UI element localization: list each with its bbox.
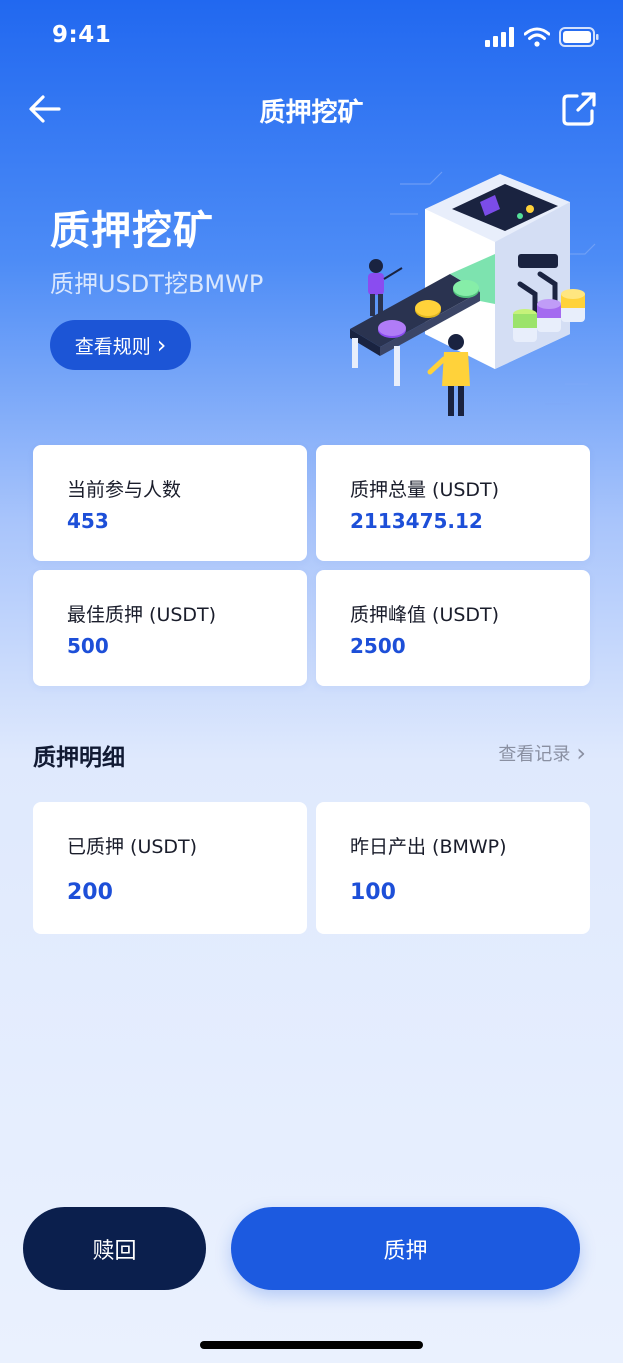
signal-icon — [485, 27, 514, 47]
detail-card-staked: 已质押 (USDT) 200 — [33, 802, 307, 934]
redeem-button[interactable]: 赎回 — [23, 1207, 206, 1290]
stat-card-total-staked: 质押总量 (USDT) 2113475.12 — [316, 445, 590, 561]
nav-bar: 质押挖矿 — [0, 76, 623, 142]
view-rules-label: 查看规则 — [74, 335, 151, 358]
hero-subtitle: 质押USDT挖BMWP — [50, 270, 264, 298]
stat-card-participants: 当前参与人数 453 — [33, 445, 307, 561]
status-bar: 9:41 — [0, 0, 623, 76]
home-indicator — [200, 1341, 423, 1349]
stake-detail-grid: 已质押 (USDT) 200 昨日产出 (BMWP) 100 — [33, 802, 590, 934]
chevron-right-icon: › — [576, 739, 586, 767]
mining-machine-illustration — [350, 171, 596, 416]
detail-card-yesterday-output: 昨日产出 (BMWP) 100 — [316, 802, 590, 934]
stat-label: 当前参与人数 — [67, 479, 182, 501]
stake-detail-header: 质押明细 查看记录 › — [33, 736, 590, 771]
stat-value: 2113475.12 — [350, 509, 483, 533]
stat-value: 2500 — [350, 634, 406, 658]
battery-icon — [559, 27, 599, 47]
detail-value: 100 — [350, 880, 396, 905]
stat-label: 质押总量 (USDT) — [350, 479, 500, 501]
stat-value: 453 — [67, 509, 109, 533]
page-title: 质押挖矿 — [259, 98, 364, 128]
stat-value: 500 — [67, 634, 109, 658]
hero-banner: 质押挖矿 质押USDT挖BMWP 查看规则 › — [0, 150, 623, 430]
detail-label: 已质押 (USDT) — [67, 836, 198, 858]
wifi-icon — [524, 27, 550, 47]
stake-button[interactable]: 质押 — [231, 1207, 580, 1290]
stat-label: 最佳质押 (USDT) — [67, 604, 217, 626]
section-title: 质押明细 — [33, 745, 125, 771]
view-records-link[interactable]: 查看记录 › — [498, 740, 586, 766]
stat-card-peak-stake: 质押峰值 (USDT) 2500 — [316, 570, 590, 686]
detail-value: 200 — [67, 880, 113, 905]
status-icons — [485, 26, 599, 48]
stat-label: 质押峰值 (USDT) — [350, 604, 500, 626]
stats-grid: 当前参与人数 453 质押总量 (USDT) 2113475.12 最佳质押 (… — [33, 445, 590, 686]
stat-card-best-stake: 最佳质押 (USDT) 500 — [33, 570, 307, 686]
detail-label: 昨日产出 (BMWP) — [350, 836, 507, 858]
view-rules-button[interactable]: 查看规则 › — [50, 320, 191, 370]
status-time: 9:41 — [52, 22, 112, 48]
view-records-label: 查看记录 — [498, 744, 571, 765]
external-link-icon[interactable] — [561, 91, 597, 127]
chevron-right-icon: › — [156, 331, 167, 359]
hero-title: 质押挖矿 — [50, 208, 214, 254]
